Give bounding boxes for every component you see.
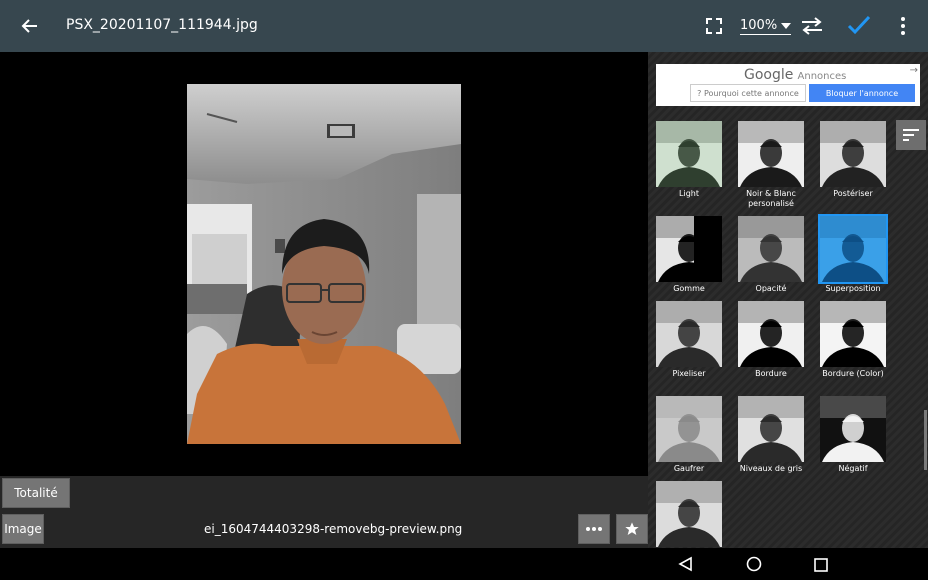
effect-label: Pixeliser [672, 369, 706, 378]
effect-label: Light [679, 189, 699, 198]
nav-home-icon[interactable] [746, 556, 762, 572]
layer-name: ei_1604744403298-removebg-preview.png [204, 522, 463, 536]
ad-banner[interactable]: Google Annonces → ? Pourquoi cette annon… [656, 64, 920, 106]
effect-thumbnail [656, 301, 722, 367]
ad-block-button[interactable]: Bloquer l'annonce [809, 84, 915, 102]
totality-button[interactable]: Totalité [2, 478, 70, 508]
effect-thumbnail [820, 301, 886, 367]
ad-brand: Google Annonces [744, 67, 847, 83]
effect-item[interactable]: Bordure (Color) [815, 301, 891, 379]
effect-label: Gaufrer [673, 464, 705, 473]
zoom-select[interactable]: 100% [740, 18, 792, 35]
layer-bar [0, 476, 648, 548]
panel-scrollbar[interactable] [924, 410, 927, 470]
effect-item[interactable]: Gaufrer [651, 396, 727, 474]
ad-why-button[interactable]: ? Pourquoi cette annonce [690, 84, 806, 102]
effect-item[interactable]: Superposition [815, 214, 891, 294]
effect-label: Postériser [833, 189, 873, 198]
effect-item[interactable]: Gomme [651, 216, 727, 294]
image-button[interactable]: Image [2, 514, 44, 544]
system-nav-bar [0, 548, 928, 580]
edited-photo[interactable] [187, 84, 461, 444]
effect-item[interactable]: Pixeliser [651, 301, 727, 379]
ad-arrow-icon: → [909, 65, 918, 76]
effect-label: Bordure (Color) [822, 369, 884, 378]
nav-back-icon[interactable] [677, 556, 693, 572]
caret-down-icon [781, 22, 792, 29]
effect-thumbnail [656, 121, 722, 187]
effect-item[interactable]: Niveaux de gris [733, 396, 809, 474]
effect-item[interactable]: Noir & Blanc personalisé [733, 121, 809, 209]
effect-thumbnail [820, 121, 886, 187]
effect-item[interactable]: Postériser [815, 121, 891, 199]
effect-thumbnail [818, 214, 888, 284]
fullscreen-icon[interactable] [702, 14, 726, 38]
more-vert-icon[interactable] [894, 14, 912, 38]
swap-horizontal-icon[interactable] [798, 14, 826, 38]
effect-label: Superposition [825, 284, 881, 293]
star-icon[interactable] [616, 514, 648, 544]
effect-item[interactable]: Light [651, 121, 727, 199]
arrow-left-icon[interactable] [16, 12, 44, 40]
check-icon[interactable] [846, 12, 872, 38]
effect-thumbnail [738, 396, 804, 462]
more-horiz-icon[interactable] [578, 514, 610, 544]
effect-thumbnail [656, 396, 722, 462]
effect-thumbnail [738, 301, 804, 367]
editor-screen: PSX_20201107_111944.jpg 100% Totalité Im… [0, 0, 928, 580]
effect-thumbnail [656, 216, 722, 282]
effect-thumbnail [820, 396, 886, 462]
effect-item[interactable]: Négatif [815, 396, 891, 474]
effect-label: Noir & Blanc personalisé [746, 189, 796, 208]
effect-item[interactable] [651, 481, 727, 549]
effect-label: Niveaux de gris [739, 464, 803, 473]
effect-label: Gomme [673, 284, 705, 293]
effect-thumbnail [738, 216, 804, 282]
nav-recent-icon[interactable] [814, 557, 828, 572]
zoom-value: 100% [740, 18, 778, 33]
effect-label: Opacité [755, 284, 787, 293]
effect-thumbnail [656, 481, 722, 547]
top-app-bar: PSX_20201107_111944.jpg 100% [0, 0, 928, 52]
effect-label: Négatif [838, 464, 868, 473]
effect-label: Bordure [755, 369, 787, 378]
effect-item[interactable]: Bordure [733, 301, 809, 379]
file-title: PSX_20201107_111944.jpg [66, 17, 258, 33]
effect-thumbnail [738, 121, 804, 187]
effect-item[interactable]: Opacité [733, 216, 809, 294]
sort-icon[interactable] [896, 120, 926, 150]
